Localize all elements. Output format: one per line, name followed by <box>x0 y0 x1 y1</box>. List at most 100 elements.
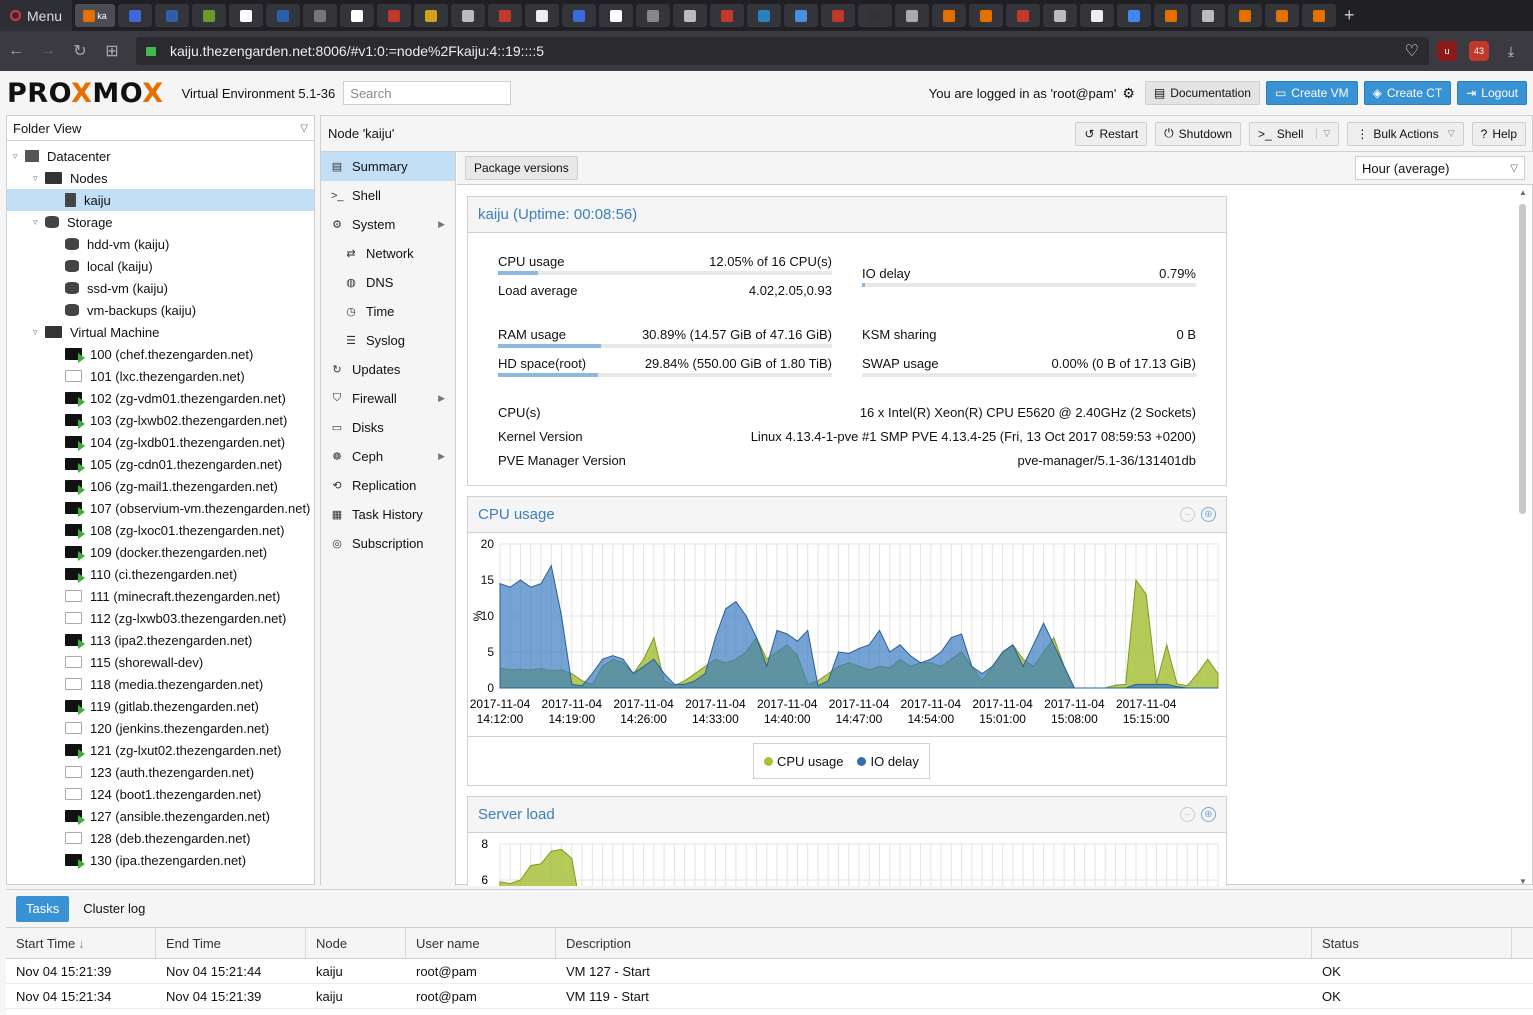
ublock-icon[interactable]: u <box>1437 41 1457 61</box>
browser-tab[interactable] <box>710 4 745 27</box>
tree-item[interactable]: 130 (ipa.thezengarden.net) <box>7 849 314 871</box>
browser-tab[interactable] <box>1228 4 1263 27</box>
zoom-reset-icon[interactable]: – <box>1180 807 1195 822</box>
browser-tab[interactable] <box>858 4 893 27</box>
column-header-user-name[interactable]: User name <box>406 928 556 958</box>
browser-tab[interactable] <box>266 4 301 27</box>
reload-icon[interactable]: ↻ <box>64 41 96 61</box>
table-row[interactable]: Nov 04 15:21:39 Nov 04 15:21:44 kaiju root@… <box>6 959 1533 984</box>
tree-item[interactable]: hdd-vm (kaiju) <box>7 233 314 255</box>
tree-item[interactable]: 106 (zg-mail1.thezengarden.net) <box>7 475 314 497</box>
tree-item[interactable]: ▿ Datacenter <box>7 145 314 167</box>
browser-tab[interactable] <box>1191 4 1226 27</box>
nav-item-updates[interactable]: ↻ Updates <box>321 355 455 384</box>
tree-item[interactable]: 123 (auth.thezengarden.net) <box>7 761 314 783</box>
browser-tab[interactable] <box>1302 4 1337 27</box>
new-tab-icon[interactable]: + <box>1344 5 1355 26</box>
tree-item[interactable]: 121 (zg-lxut02.thezengarden.net) <box>7 739 314 761</box>
zoom-icon[interactable]: ⊕ <box>1201 807 1216 822</box>
column-header-node[interactable]: Node <box>306 928 406 958</box>
user-settings-gear-icon[interactable]: ⚙ <box>1122 85 1135 102</box>
shutdown-button[interactable]: ⏻ Shutdown <box>1155 121 1242 146</box>
nav-item-task-history[interactable]: ▦ Task History <box>321 500 455 529</box>
tree-item[interactable]: local (kaiju) <box>7 255 314 277</box>
url-field[interactable]: kaiju.thezengarden.net:8006/#v1:0:=node%… <box>136 37 1429 65</box>
column-header-description[interactable]: Description <box>556 928 1312 958</box>
download-icon[interactable]: ⤓ <box>1501 41 1521 61</box>
expand-arrow-icon[interactable]: ▿ <box>33 217 43 228</box>
browser-tab[interactable] <box>821 4 856 27</box>
expand-arrow-icon[interactable]: ▿ <box>13 151 23 162</box>
tree-item[interactable]: 119 (gitlab.thezengarden.net) <box>7 695 314 717</box>
browser-tab[interactable] <box>562 4 597 27</box>
tree-item[interactable]: ▿ Nodes <box>7 167 314 189</box>
browser-tab[interactable] <box>1265 4 1300 27</box>
tree-item[interactable]: 127 (ansible.thezengarden.net) <box>7 805 314 827</box>
nav-item-syslog[interactable]: ☰ Syslog <box>321 326 455 355</box>
browser-tab[interactable] <box>451 4 486 27</box>
nav-item-summary[interactable]: ▤ Summary <box>321 152 455 181</box>
tree-item[interactable]: 118 (media.thezengarden.net) <box>7 673 314 695</box>
browser-tab[interactable] <box>1043 4 1078 27</box>
browser-tab[interactable] <box>340 4 375 27</box>
nav-item-network[interactable]: ⇄ Network <box>321 239 455 268</box>
nav-item-subscription[interactable]: ◎ Subscription <box>321 529 455 558</box>
nav-item-disks[interactable]: ▭ Disks <box>321 413 455 442</box>
legend-item-cpu-usage[interactable]: CPU usage <box>764 754 843 769</box>
expand-arrow-icon[interactable]: ▿ <box>33 327 43 338</box>
browser-tab[interactable] <box>969 4 1004 27</box>
tree-item[interactable]: ▿ Virtual Machine <box>7 321 314 343</box>
browser-tab[interactable] <box>673 4 708 27</box>
tree-item[interactable]: kaiju <box>7 189 314 211</box>
tree-item[interactable]: 115 (shorewall-dev) <box>7 651 314 673</box>
create-ct-button[interactable]: ◈ Create CT <box>1363 81 1452 105</box>
browser-tab[interactable] <box>747 4 782 27</box>
nav-item-shell[interactable]: >_ Shell <box>321 181 455 210</box>
browser-tab-active[interactable]: ka <box>75 4 116 27</box>
create-vm-button[interactable]: ▭ Create VM <box>1265 81 1358 105</box>
nav-item-ceph[interactable]: ☸ Ceph ▶ <box>321 442 455 471</box>
browser-tab[interactable] <box>229 4 264 27</box>
legend-item-io-delay[interactable]: IO delay <box>857 754 919 769</box>
nav-item-dns[interactable]: ◍ DNS <box>321 268 455 297</box>
extension-badge[interactable]: 43 <box>1469 41 1489 61</box>
tree-item[interactable]: 107 (observium-vm.thezengarden.net) <box>7 497 314 519</box>
bulk-actions-button[interactable]: ⋮ Bulk Actions ▽ <box>1347 121 1464 146</box>
tree-item[interactable]: ▿ Storage <box>7 211 314 233</box>
browser-tab[interactable] <box>525 4 560 27</box>
package-versions-button[interactable]: Package versions <box>465 156 578 180</box>
browser-tab[interactable] <box>1154 4 1189 27</box>
tree-item[interactable]: 108 (zg-lxoc01.thezengarden.net) <box>7 519 314 541</box>
tree-item[interactable]: 110 (ci.thezengarden.net) <box>7 563 314 585</box>
tree-item[interactable]: 102 (zg-vdm01.thezengarden.net) <box>7 387 314 409</box>
search-input[interactable] <box>343 81 512 105</box>
speed-dial-icon[interactable]: ⊞ <box>96 41 128 61</box>
shell-button[interactable]: >_ Shell ▽ <box>1249 121 1340 146</box>
browser-tab[interactable] <box>636 4 671 27</box>
tree-item[interactable]: 104 (zg-lxdb01.thezengarden.net) <box>7 431 314 453</box>
tree-item[interactable]: 120 (jenkins.thezengarden.net) <box>7 717 314 739</box>
help-button[interactable]: ? Help <box>1471 121 1526 146</box>
browser-tab[interactable] <box>932 4 967 27</box>
tree-item[interactable]: 109 (docker.thezengarden.net) <box>7 541 314 563</box>
expand-arrow-icon[interactable]: ▿ <box>33 173 43 184</box>
browser-tab[interactable] <box>303 4 338 27</box>
tree-item[interactable]: 100 (chef.thezengarden.net) <box>7 343 314 365</box>
documentation-button[interactable]: ▤ Documentation <box>1144 81 1260 105</box>
view-selector[interactable]: Folder View ▽ <box>7 116 314 141</box>
heart-icon[interactable]: ♡ <box>1405 41 1419 61</box>
browser-tab[interactable] <box>377 4 412 27</box>
tree-item[interactable]: 113 (ipa2.thezengarden.net) <box>7 629 314 651</box>
tree-item[interactable]: 105 (zg-cdn01.thezengarden.net) <box>7 453 314 475</box>
browser-tab[interactable] <box>155 4 190 27</box>
logout-button[interactable]: ⇥ Logout <box>1457 81 1527 105</box>
summary-scrollbar[interactable]: ▲ ▼ <box>1517 188 1527 886</box>
tree-item[interactable]: 101 (lxc.thezengarden.net) <box>7 365 314 387</box>
nav-item-replication[interactable]: ⟲ Replication <box>321 471 455 500</box>
table-row[interactable]: Nov 04 15:21:34 Nov 04 15:21:39 kaiju root@… <box>6 984 1533 1009</box>
nav-item-time[interactable]: ◷ Time <box>321 297 455 326</box>
back-icon[interactable]: ← <box>0 42 32 60</box>
restart-button[interactable]: ↺ Restart <box>1075 121 1148 146</box>
nav-item-system[interactable]: ⚙ System ▶ <box>321 210 455 239</box>
tree-item[interactable]: 112 (zg-lxwb03.thezengarden.net) <box>7 607 314 629</box>
